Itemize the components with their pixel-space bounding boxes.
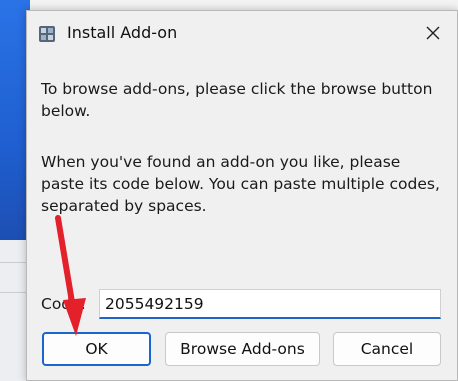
close-icon <box>426 26 440 40</box>
code-label: Code: <box>41 295 86 313</box>
browse-addons-button[interactable]: Browse Add-ons <box>165 332 320 366</box>
close-button[interactable] <box>415 17 451 49</box>
install-addon-dialog: Install Add-on To browse add-ons, please… <box>26 10 458 381</box>
ok-button[interactable]: OK <box>42 332 151 366</box>
browse-instruction-text: To browse add-ons, please click the brow… <box>41 80 433 120</box>
paste-instruction-text: When you've found an add-on you like, pl… <box>41 153 440 215</box>
dialog-title: Install Add-on <box>67 23 178 42</box>
addon-app-icon <box>39 26 55 42</box>
cancel-button[interactable]: Cancel <box>333 332 441 366</box>
code-input[interactable] <box>99 289 441 319</box>
dialog-titlebar: Install Add-on <box>27 11 457 55</box>
